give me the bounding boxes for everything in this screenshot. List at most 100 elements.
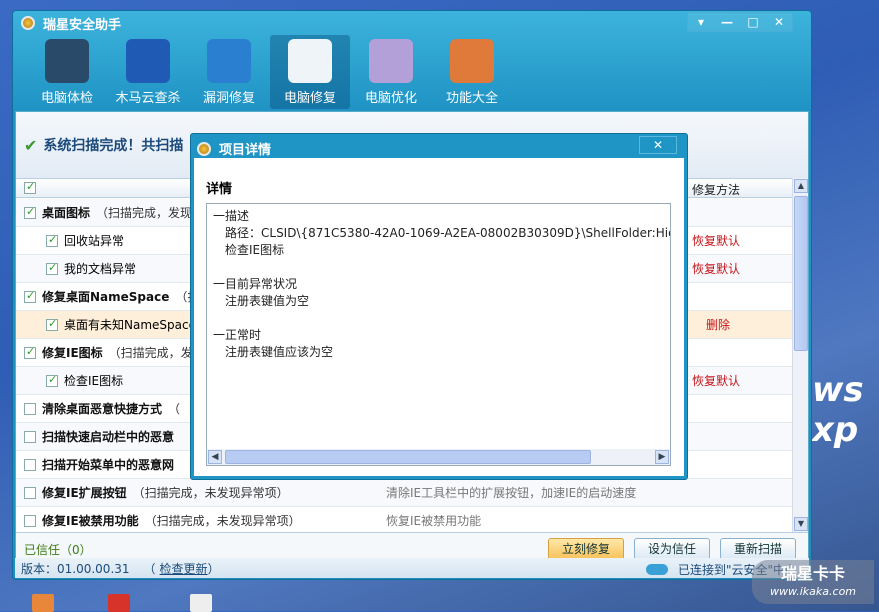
close-button[interactable]: ✕ [766, 13, 792, 31]
tool-label: 电脑修复 [283, 91, 336, 106]
tool-windows-update[interactable]: 漏洞修复 [189, 35, 269, 109]
monitor-icon [45, 39, 89, 83]
scan-message: 系统扫描完成！共扫描 [43, 138, 184, 154]
dialog-title-bar: 项目详情 [197, 139, 271, 158]
row-description: 恢复IE被禁用功能 [386, 514, 482, 528]
tool-label: 功能大全 [445, 91, 498, 106]
row-checkbox[interactable] [46, 373, 58, 387]
row-title: 桌面图标 [42, 206, 91, 220]
check-update-link[interactable]: 检查更新 [160, 560, 208, 577]
fix-now-button[interactable]: 立刻修复 [548, 538, 624, 560]
repair-method-link[interactable]: 恢复默认 [692, 372, 740, 389]
tool-wand-monitor[interactable]: 电脑优化 [351, 35, 431, 109]
row-checkbox[interactable] [24, 205, 36, 219]
scroll-right-icon[interactable]: ▶ [655, 450, 669, 464]
rescan-button[interactable]: 重新扫描 [720, 538, 796, 560]
tool-label: 电脑优化 [364, 91, 417, 106]
row-title: 桌面有未知NameSpace [64, 318, 196, 332]
table-row[interactable]: 修复IE扩展按钮 （扫描完成，未发现异常项） 清除IE工具栏中的扩展按钮，加速IE的… [16, 479, 794, 507]
watermark: 瑞星卡卡 www.ikaka.com [752, 560, 874, 604]
disc-icon [450, 39, 494, 83]
row-checkbox[interactable] [46, 233, 58, 247]
app-logo-icon [197, 141, 211, 156]
row-title: 扫描快速启动栏中的恶意 [42, 430, 175, 444]
row-checkbox[interactable] [24, 345, 36, 359]
dialog-body: 详情 一描述 路径：CLSID\{871C5380-42A0-1069-A2EA-… [194, 158, 684, 476]
desktop-bt-icon[interactable] [108, 594, 130, 612]
version-label: 版本：01.00.00.31 [21, 561, 130, 576]
row-checkbox[interactable] [24, 514, 36, 527]
scroll-up-icon[interactable]: ▲ [794, 179, 808, 193]
detail-line: 路径：CLSID\{871C5380-42A0-1069-A2EA-08002B… [225, 226, 671, 240]
row-checkbox[interactable] [46, 317, 58, 331]
check-icon: ✔ [24, 135, 38, 155]
row-checkbox[interactable] [24, 486, 36, 499]
app-logo-icon [21, 16, 35, 30]
row-status: （扫描完成，未发现异常项） [144, 514, 301, 528]
detail-line: 一目前异常状况 [213, 277, 298, 291]
wand-monitor-icon [369, 39, 413, 83]
set-trust-button[interactable]: 设为信任 [634, 538, 710, 560]
tool-disc[interactable]: 功能大全 [432, 35, 512, 109]
row-checkbox[interactable] [24, 402, 36, 415]
scroll-thumb[interactable] [225, 450, 591, 464]
detail-line: 注册表键值为空 [225, 294, 310, 308]
row-title: 修复桌面NameSpace [42, 290, 170, 304]
row-title: 扫描开始菜单中的恶意网 [42, 458, 175, 472]
tool-monitor[interactable]: 电脑体检 [27, 35, 107, 109]
dialog-title: 项目详情 [219, 143, 272, 158]
row-title: 修复IE扩展按钮 [42, 486, 127, 500]
row-checkbox[interactable] [24, 458, 36, 471]
scroll-thumb[interactable] [794, 196, 808, 351]
windows-update-icon [207, 39, 251, 83]
desktop-notepad-icon[interactable] [190, 594, 212, 612]
row-status: （ [168, 402, 181, 416]
detail-line [207, 259, 670, 276]
vertical-scrollbar[interactable]: ▲ ▼ [792, 178, 808, 532]
details-heading: 详情 [206, 182, 233, 197]
scroll-left-icon[interactable]: ◀ [208, 450, 222, 464]
trusted-count[interactable]: 已信任（0） [24, 541, 92, 558]
row-description: 清除IE工具栏中的扩展按钮，加速IE的启动速度 [386, 486, 637, 500]
tool-checklist[interactable]: 电脑修复 [270, 35, 350, 109]
row-title: 检查IE图标 [64, 374, 124, 388]
repair-method-link[interactable]: 恢复默认 [692, 260, 740, 277]
tool-shield[interactable]: 木马云查杀 [108, 35, 188, 109]
paren: ） [207, 561, 220, 576]
row-status: （扫描完成，未发现异常项） [132, 486, 289, 500]
row-status: （扫描完成，发现 [96, 206, 193, 220]
menu-button[interactable]: ▾ [688, 13, 714, 31]
row-checkbox[interactable] [24, 430, 36, 443]
row-title: 清除桌面恶意快捷方式 [42, 402, 163, 416]
windows-xp-logo: ws xp [812, 370, 864, 450]
status-bar: 版本：01.00.00.31 （检查更新） 已连接到"云安全"中心 [15, 558, 809, 578]
shield-icon [126, 39, 170, 83]
maximize-button[interactable]: □ [740, 13, 766, 31]
toolbar: 电脑体检 木马云查杀 漏洞修复 电脑修复 电脑优化 功能大全 [27, 35, 513, 109]
dialog-close-button[interactable]: ✕ [639, 136, 677, 154]
minimize-button[interactable]: — [714, 13, 740, 31]
tool-label: 电脑体检 [40, 91, 93, 106]
watermark-url: www.ikaka.com [769, 585, 857, 598]
table-row[interactable]: 修复IE被禁用功能 （扫描完成，未发现异常项） 恢复IE被禁用功能 [16, 507, 794, 532]
scroll-down-icon[interactable]: ▼ [794, 517, 808, 531]
desktop-file-icon[interactable] [32, 594, 54, 612]
window-controls: ▾ — □ ✕ [687, 12, 793, 32]
row-checkbox[interactable] [46, 261, 58, 275]
details-textbox[interactable]: 一描述 路径：CLSID\{871C5380-42A0-1069-A2EA-080… [206, 203, 671, 466]
detail-line: 注册表键值应该为空 [225, 345, 334, 359]
row-title: 回收站异常 [64, 234, 125, 248]
horizontal-scrollbar[interactable]: ◀ ▶ [207, 449, 670, 465]
title-bar: 瑞星安全助手 [21, 14, 122, 33]
select-all-checkbox[interactable] [24, 180, 36, 194]
row-checkbox[interactable] [24, 289, 36, 303]
row-title: 修复IE被禁用功能 [42, 514, 139, 528]
paren: （ [143, 561, 156, 576]
repair-method-link[interactable]: 恢复默认 [692, 232, 740, 249]
method-column-header: 修复方法 [692, 183, 741, 197]
tool-label: 木马云查杀 [115, 91, 181, 106]
cloud-icon [645, 564, 668, 575]
window-title: 瑞星安全助手 [43, 17, 122, 33]
repair-method-link[interactable]: 删除 [706, 316, 730, 333]
row-title: 修复IE图标 [42, 346, 103, 360]
